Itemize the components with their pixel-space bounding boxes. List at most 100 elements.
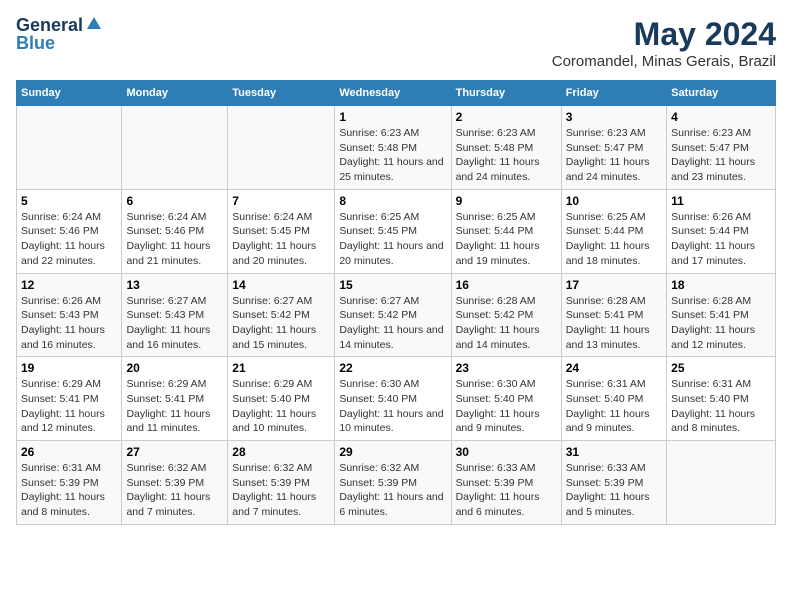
calendar-cell: 10 Sunrise: 6:25 AMSunset: 5:44 PMDayligh… (561, 189, 666, 273)
weekday-header-thursday: Thursday (451, 81, 561, 106)
day-info: Sunrise: 6:26 AMSunset: 5:44 PMDaylight:… (671, 210, 771, 269)
calendar-cell (122, 106, 228, 190)
day-number: 27 (126, 445, 223, 459)
day-number: 4 (671, 110, 771, 124)
subtitle: Coromandel, Minas Gerais, Brazil (552, 53, 776, 70)
logo: General Blue (16, 16, 103, 52)
calendar-cell: 9 Sunrise: 6:25 AMSunset: 5:44 PMDaylight… (451, 189, 561, 273)
day-number: 29 (339, 445, 446, 459)
day-number: 19 (21, 361, 117, 375)
day-info: Sunrise: 6:25 AMSunset: 5:44 PMDaylight:… (456, 210, 557, 269)
calendar-cell: 15 Sunrise: 6:27 AMSunset: 5:42 PMDayligh… (335, 273, 451, 357)
day-number: 21 (232, 361, 330, 375)
day-number: 6 (126, 194, 223, 208)
day-info: Sunrise: 6:23 AMSunset: 5:47 PMDaylight:… (566, 126, 662, 185)
day-info: Sunrise: 6:27 AMSunset: 5:42 PMDaylight:… (339, 294, 446, 353)
day-number: 31 (566, 445, 662, 459)
day-info: Sunrise: 6:32 AMSunset: 5:39 PMDaylight:… (339, 461, 446, 520)
calendar-cell: 19 Sunrise: 6:29 AMSunset: 5:41 PMDayligh… (17, 357, 122, 441)
calendar-cell: 23Sunrise: 6:30 AMSunset: 5:40 PMDayligh… (451, 357, 561, 441)
calendar-cell: 21 Sunrise: 6:29 AMSunset: 5:40 PMDayligh… (228, 357, 335, 441)
calendar-header: SundayMondayTuesdayWednesdayThursdayFrid… (17, 81, 776, 106)
weekday-header-row: SundayMondayTuesdayWednesdayThursdayFrid… (17, 81, 776, 106)
calendar-cell: 22 Sunrise: 6:30 AMSunset: 5:40 PMDayligh… (335, 357, 451, 441)
day-number: 23 (456, 361, 557, 375)
weekday-header-monday: Monday (122, 81, 228, 106)
day-info: Sunrise: 6:29 AMSunset: 5:41 PMDaylight:… (21, 377, 117, 436)
day-number: 1 (339, 110, 446, 124)
day-info: Sunrise: 6:33 AMSunset: 5:39 PMDaylight:… (566, 461, 662, 520)
logo-icon (85, 15, 103, 33)
calendar-cell: 24 Sunrise: 6:31 AMSunset: 5:40 PMDayligh… (561, 357, 666, 441)
day-number: 14 (232, 278, 330, 292)
day-info: Sunrise: 6:28 AMSunset: 5:41 PMDaylight:… (566, 294, 662, 353)
day-info: Sunrise: 6:29 AMSunset: 5:40 PMDaylight:… (232, 377, 330, 436)
day-number: 17 (566, 278, 662, 292)
logo-blue-text: Blue (16, 34, 103, 52)
calendar-cell: 16 Sunrise: 6:28 AMSunset: 5:42 PMDayligh… (451, 273, 561, 357)
calendar-week-row: 19 Sunrise: 6:29 AMSunset: 5:41 PMDayligh… (17, 357, 776, 441)
page-header: General Blue May 2024 Coromandel, Minas … (16, 16, 776, 70)
day-info: Sunrise: 6:31 AMSunset: 5:40 PMDaylight:… (566, 377, 662, 436)
calendar-cell: 2Sunrise: 6:23 AMSunset: 5:48 PMDaylight… (451, 106, 561, 190)
day-number: 8 (339, 194, 446, 208)
day-number: 3 (566, 110, 662, 124)
calendar-week-row: 12Sunrise: 6:26 AMSunset: 5:43 PMDayligh… (17, 273, 776, 357)
day-info: Sunrise: 6:28 AMSunset: 5:41 PMDaylight:… (671, 294, 771, 353)
day-number: 24 (566, 361, 662, 375)
calendar-week-row: 1Sunrise: 6:23 AMSunset: 5:48 PMDaylight… (17, 106, 776, 190)
calendar-cell: 30 Sunrise: 6:33 AMSunset: 5:39 PMDayligh… (451, 441, 561, 525)
calendar-cell: 26Sunrise: 6:31 AMSunset: 5:39 PMDayligh… (17, 441, 122, 525)
weekday-header-sunday: Sunday (17, 81, 122, 106)
day-info: Sunrise: 6:32 AMSunset: 5:39 PMDaylight:… (232, 461, 330, 520)
calendar-cell: 18Sunrise: 6:28 AMSunset: 5:41 PMDayligh… (667, 273, 776, 357)
day-info: Sunrise: 6:24 AMSunset: 5:45 PMDaylight:… (232, 210, 330, 269)
calendar-cell: 4 Sunrise: 6:23 AMSunset: 5:47 PMDaylight… (667, 106, 776, 190)
day-number: 28 (232, 445, 330, 459)
day-number: 15 (339, 278, 446, 292)
calendar-cell (228, 106, 335, 190)
day-number: 26 (21, 445, 117, 459)
day-info: Sunrise: 6:29 AMSunset: 5:41 PMDaylight:… (126, 377, 223, 436)
day-number: 25 (671, 361, 771, 375)
day-number: 5 (21, 194, 117, 208)
day-number: 30 (456, 445, 557, 459)
day-info: Sunrise: 6:26 AMSunset: 5:43 PMDaylight:… (21, 294, 117, 353)
weekday-header-saturday: Saturday (667, 81, 776, 106)
calendar-week-row: 26Sunrise: 6:31 AMSunset: 5:39 PMDayligh… (17, 441, 776, 525)
calendar-cell: 11 Sunrise: 6:26 AMSunset: 5:44 PMDayligh… (667, 189, 776, 273)
day-info: Sunrise: 6:33 AMSunset: 5:39 PMDaylight:… (456, 461, 557, 520)
day-number: 16 (456, 278, 557, 292)
day-info: Sunrise: 6:25 AMSunset: 5:44 PMDaylight:… (566, 210, 662, 269)
calendar-cell: 17 Sunrise: 6:28 AMSunset: 5:41 PMDayligh… (561, 273, 666, 357)
calendar-cell: 8 Sunrise: 6:25 AMSunset: 5:45 PMDaylight… (335, 189, 451, 273)
title-block: May 2024 Coromandel, Minas Gerais, Brazi… (552, 16, 776, 70)
day-info: Sunrise: 6:24 AMSunset: 5:46 PMDaylight:… (21, 210, 117, 269)
calendar-cell: 7Sunrise: 6:24 AMSunset: 5:45 PMDaylight… (228, 189, 335, 273)
day-info: Sunrise: 6:30 AMSunset: 5:40 PMDaylight:… (339, 377, 446, 436)
day-info: Sunrise: 6:25 AMSunset: 5:45 PMDaylight:… (339, 210, 446, 269)
calendar-week-row: 5 Sunrise: 6:24 AMSunset: 5:46 PMDaylight… (17, 189, 776, 273)
day-number: 13 (126, 278, 223, 292)
calendar-cell: 31 Sunrise: 6:33 AMSunset: 5:39 PMDayligh… (561, 441, 666, 525)
day-number: 11 (671, 194, 771, 208)
day-info: Sunrise: 6:32 AMSunset: 5:39 PMDaylight:… (126, 461, 223, 520)
day-info: Sunrise: 6:23 AMSunset: 5:47 PMDaylight:… (671, 126, 771, 185)
calendar-cell: 29 Sunrise: 6:32 AMSunset: 5:39 PMDayligh… (335, 441, 451, 525)
calendar-cell: 3 Sunrise: 6:23 AMSunset: 5:47 PMDaylight… (561, 106, 666, 190)
day-number: 22 (339, 361, 446, 375)
day-number: 9 (456, 194, 557, 208)
day-info: Sunrise: 6:28 AMSunset: 5:42 PMDaylight:… (456, 294, 557, 353)
calendar-cell: 28 Sunrise: 6:32 AMSunset: 5:39 PMDayligh… (228, 441, 335, 525)
calendar-table: SundayMondayTuesdayWednesdayThursdayFrid… (16, 80, 776, 525)
calendar-cell: 14 Sunrise: 6:27 AMSunset: 5:42 PMDayligh… (228, 273, 335, 357)
day-info: Sunrise: 6:27 AMSunset: 5:42 PMDaylight:… (232, 294, 330, 353)
calendar-cell: 25Sunrise: 6:31 AMSunset: 5:40 PMDayligh… (667, 357, 776, 441)
day-number: 10 (566, 194, 662, 208)
day-info: Sunrise: 6:27 AMSunset: 5:43 PMDaylight:… (126, 294, 223, 353)
day-info: Sunrise: 6:24 AMSunset: 5:46 PMDaylight:… (126, 210, 223, 269)
weekday-header-friday: Friday (561, 81, 666, 106)
calendar-cell: 1Sunrise: 6:23 AMSunset: 5:48 PMDaylight… (335, 106, 451, 190)
weekday-header-wednesday: Wednesday (335, 81, 451, 106)
calendar-cell: 27 Sunrise: 6:32 AMSunset: 5:39 PMDayligh… (122, 441, 228, 525)
